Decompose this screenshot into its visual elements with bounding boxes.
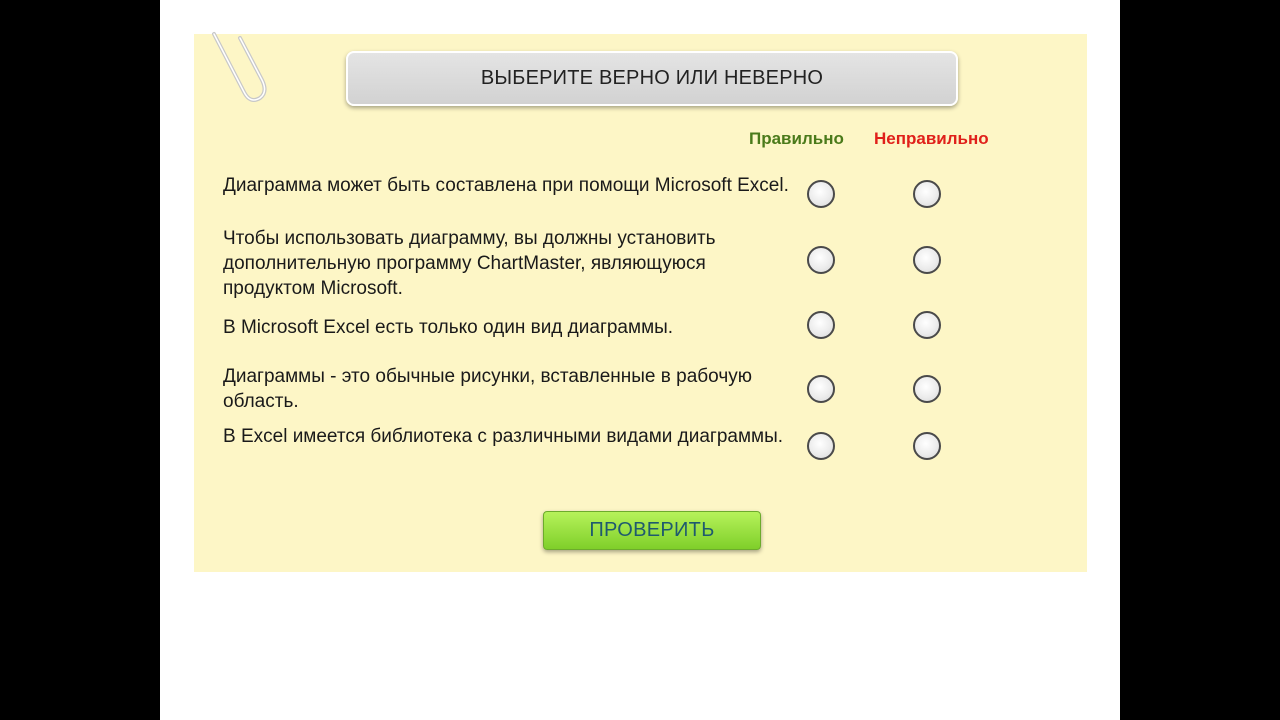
paperclip-icon xyxy=(212,32,267,102)
quiz-title: ВЫБЕРИТЕ ВЕРНО ИЛИ НЕВЕРНО xyxy=(480,67,824,89)
question-4-text: Диаграммы - это обычные рисунки, вставле… xyxy=(223,366,752,412)
question-1-text: Диаграмма может быть составлена при помо… xyxy=(223,175,789,196)
question-2-false-radio[interactable] xyxy=(913,246,941,274)
slide: ВЫБЕРИТЕ ВЕРНО ИЛИ НЕВЕРНО Правильно Неп… xyxy=(160,0,1120,720)
question-3-text: В Microsoft Excel есть только один вид д… xyxy=(223,317,674,338)
question-4-false-radio[interactable] xyxy=(913,375,941,403)
question-4-true-radio[interactable] xyxy=(807,375,835,403)
question-2-true-radio[interactable] xyxy=(807,246,835,274)
false-column-header: Неправильно xyxy=(874,129,989,148)
question-3-true-radio[interactable] xyxy=(807,311,835,339)
question-5-text: В Excel имеется библиотека с различными … xyxy=(223,426,784,447)
question-1-false-radio[interactable] xyxy=(913,180,941,208)
question-1-true-radio[interactable] xyxy=(807,180,835,208)
question-2-text: Чтобы использовать диаграмму, вы должны … xyxy=(223,228,716,299)
quiz-panel: ВЫБЕРИТЕ ВЕРНО ИЛИ НЕВЕРНО Правильно Неп… xyxy=(194,32,1087,572)
question-5-true-radio[interactable] xyxy=(807,432,835,460)
quiz-title-box: ВЫБЕРИТЕ ВЕРНО ИЛИ НЕВЕРНО xyxy=(346,51,958,106)
true-column-header: Правильно xyxy=(749,129,844,148)
question-3-false-radio[interactable] xyxy=(913,311,941,339)
check-button-label: ПРОВЕРИТЬ xyxy=(589,519,715,541)
check-button[interactable]: ПРОВЕРИТЬ xyxy=(543,511,761,550)
question-5-false-radio[interactable] xyxy=(913,432,941,460)
